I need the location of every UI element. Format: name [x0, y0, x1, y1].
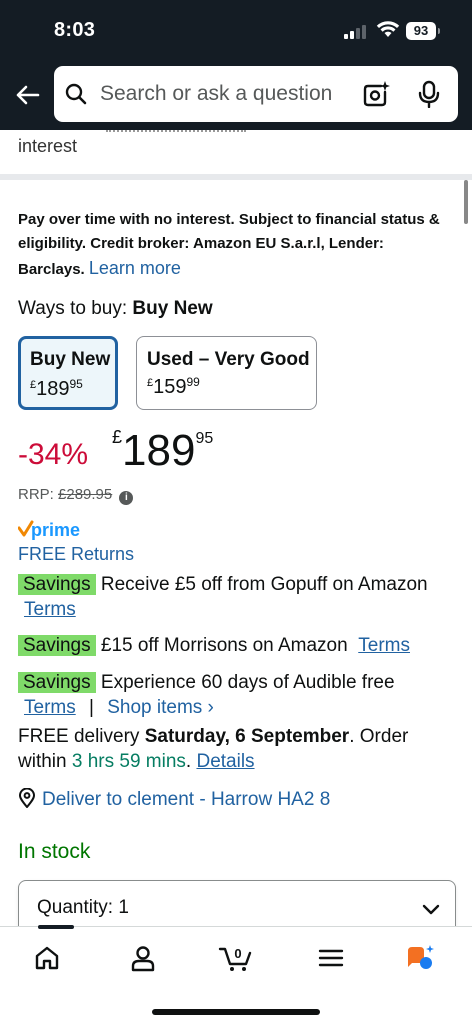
product-buy-box: interest Pay over time with no interest.…	[0, 130, 472, 926]
search-icon	[65, 83, 87, 105]
quantity-label: Quantity: 1	[37, 897, 129, 918]
option-price: £15999	[147, 375, 200, 398]
shop-items-link[interactable]: Shop items ›	[107, 697, 214, 718]
option-title: Buy New	[30, 349, 111, 370]
option-used-very-good[interactable]: Used – Very Good £15999	[136, 336, 317, 410]
rrp-value: £289.95	[58, 486, 113, 503]
battery-indicator: 93	[406, 22, 440, 40]
savings-badge: Savings	[18, 574, 96, 595]
rrp: RRP: £289.95 i	[18, 486, 134, 505]
deliver-to-link[interactable]: Deliver to clement - Harrow HA2 8	[18, 788, 330, 811]
delivery-countdown: 3 hrs 59 mins	[71, 751, 186, 772]
chevron-down-icon	[422, 904, 440, 915]
search-placeholder: Search or ask a question	[100, 82, 333, 105]
option-buy-new[interactable]: Buy New £18995	[18, 336, 118, 410]
signal-icon	[344, 23, 370, 39]
option-title: Used – Very Good	[147, 349, 310, 370]
finance-disclaimer: Pay over time with no interest. Subject …	[18, 208, 454, 282]
mic-icon[interactable]	[416, 80, 442, 108]
search-input[interactable]: Search or ask a question	[54, 66, 458, 122]
discount-percent: -34%	[18, 438, 89, 471]
bottom-nav: 0	[0, 925, 472, 1024]
price: £18995	[112, 426, 214, 475]
account-icon[interactable]	[128, 943, 158, 973]
delivery-details-link[interactable]: Details	[196, 751, 254, 772]
savings-badge: Savings	[18, 635, 96, 656]
status-time: 8:03	[54, 19, 96, 41]
back-arrow-icon[interactable]	[12, 79, 44, 111]
ways-to-buy-label: Ways to buy:	[18, 298, 128, 319]
camera-icon[interactable]	[362, 80, 390, 108]
terms-link[interactable]: Terms	[24, 697, 76, 718]
savings-offer: Savings £15 off Morrisons on Amazon Term…	[18, 633, 458, 658]
rufus-icon[interactable]	[406, 943, 440, 973]
home-indicator	[152, 1009, 320, 1015]
savings-text: Receive £5 off from Gopuff on Amazon	[100, 574, 428, 595]
info-icon[interactable]: i	[119, 491, 134, 505]
option-price: £18995	[30, 377, 83, 400]
prime-label: prime	[31, 520, 80, 540]
separator: |	[89, 697, 94, 718]
terms-link[interactable]: Terms	[358, 635, 410, 656]
section-divider	[0, 174, 472, 180]
stock-status: In stock	[18, 840, 91, 863]
home-icon[interactable]	[32, 943, 62, 973]
finance-partial-text: interest	[18, 130, 247, 156]
delivery-date: Saturday, 6 September	[144, 726, 350, 747]
scrollbar[interactable]	[464, 180, 468, 224]
savings-badge: Savings	[18, 672, 96, 693]
status-bar: 8:03 93	[0, 0, 472, 60]
learn-more-link[interactable]: Learn more	[89, 258, 181, 278]
savings-offer: Savings Experience 60 days of Audible fr…	[18, 670, 458, 720]
free-returns-link[interactable]: FREE Returns	[18, 544, 134, 565]
header: Search or ask a question	[0, 60, 472, 130]
ways-to-buy: Ways to buy: Buy New	[18, 298, 213, 320]
prime-logo: prime	[18, 520, 80, 540]
finance-disclaimer-text: Pay over time with no interest. Subject …	[18, 211, 440, 278]
cart-count: 0	[234, 946, 241, 961]
location-pin-icon	[18, 788, 36, 808]
cart-icon[interactable]: 0	[218, 943, 254, 973]
quantity-select[interactable]: Quantity: 1	[18, 880, 456, 926]
savings-text: £15 off Morrisons on Amazon	[100, 635, 348, 656]
menu-icon[interactable]	[316, 943, 346, 973]
deliver-to-text: Deliver to clement - Harrow HA2 8	[42, 789, 331, 810]
terms-link[interactable]: Terms	[24, 599, 76, 620]
ways-to-buy-value: Buy New	[132, 298, 213, 319]
wifi-icon	[376, 21, 400, 37]
savings-offer: Savings Receive £5 off from Gopuff on Am…	[18, 572, 458, 622]
savings-text: Experience 60 days of Audible free	[100, 672, 395, 693]
delivery-info: FREE delivery Saturday, 6 September. Ord…	[18, 726, 409, 772]
nav-active-indicator	[38, 925, 74, 929]
